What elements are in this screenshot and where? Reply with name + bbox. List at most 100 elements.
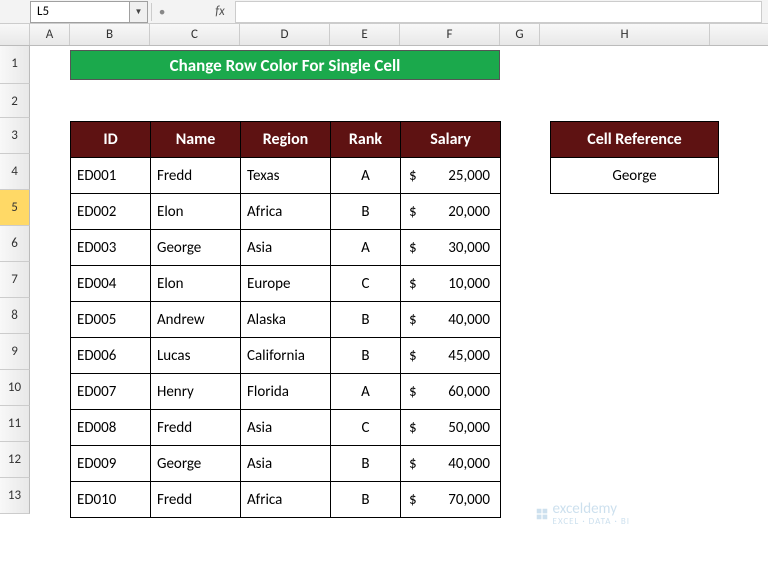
col-header-f[interactable]: F	[400, 24, 500, 45]
formula-bar-row: L5 ▼ ● fx	[0, 0, 768, 24]
row-header-13[interactable]: 13	[0, 478, 30, 514]
watermark-tag: EXCEL · DATA · BI	[553, 517, 630, 526]
th-salary[interactable]: Salary	[401, 122, 501, 158]
cell-rank[interactable]: C	[331, 410, 401, 446]
cell-rank[interactable]: B	[331, 302, 401, 338]
name-box[interactable]: L5	[30, 1, 130, 23]
cell-name[interactable]: Elon	[151, 194, 241, 230]
cell-id[interactable]: ED001	[71, 158, 151, 194]
cell-region[interactable]: Florida	[241, 374, 331, 410]
cell-salary[interactable]: $10,000	[401, 266, 501, 302]
row-header-6[interactable]: 6	[0, 226, 30, 262]
cell-rank[interactable]: A	[331, 158, 401, 194]
cell-rank[interactable]: B	[331, 446, 401, 482]
cell-region[interactable]: Asia	[241, 446, 331, 482]
cell-rank[interactable]: B	[331, 338, 401, 374]
data-table: ID Name Region Rank Salary ED001FreddTex…	[70, 121, 501, 518]
cell-id[interactable]: ED002	[71, 194, 151, 230]
cell-salary[interactable]: $20,000	[401, 194, 501, 230]
ref-header[interactable]: Cell Reference	[551, 122, 719, 158]
row-header-4[interactable]: 4	[0, 154, 30, 190]
cell-name[interactable]: Lucas	[151, 338, 241, 374]
cell-name[interactable]: Fredd	[151, 158, 241, 194]
separator	[151, 3, 152, 21]
cell-id[interactable]: ED006	[71, 338, 151, 374]
cell-rank[interactable]: B	[331, 482, 401, 518]
cell-region[interactable]: Africa	[241, 482, 331, 518]
table-row: ED009GeorgeAsiaB$40,000	[71, 446, 501, 482]
cell-salary[interactable]: $45,000	[401, 338, 501, 374]
cell-id[interactable]: ED009	[71, 446, 151, 482]
cell-rank[interactable]: C	[331, 266, 401, 302]
cell-region[interactable]: Africa	[241, 194, 331, 230]
cell-rank[interactable]: A	[331, 374, 401, 410]
row-header-1[interactable]: 1	[0, 46, 30, 84]
cell-salary[interactable]: $40,000	[401, 302, 501, 338]
row-header-5[interactable]: 5	[0, 190, 30, 226]
ref-value[interactable]: George	[551, 158, 719, 194]
formula-bar[interactable]	[235, 1, 762, 23]
cell-region[interactable]: Asia	[241, 410, 331, 446]
title-text: Change Row Color For Single Cell	[170, 55, 401, 76]
cell-name[interactable]: Andrew	[151, 302, 241, 338]
insert-function-button[interactable]: fx	[209, 1, 231, 23]
th-id[interactable]: ID	[71, 122, 151, 158]
row-header-9[interactable]: 9	[0, 334, 30, 370]
cell-salary[interactable]: $60,000	[401, 374, 501, 410]
col-header-c[interactable]: C	[150, 24, 240, 45]
col-header-d[interactable]: D	[240, 24, 330, 45]
col-header-e[interactable]: E	[330, 24, 400, 45]
cell-region[interactable]: California	[241, 338, 331, 374]
table-row: ED004ElonEuropeC$10,000	[71, 266, 501, 302]
cell-rank[interactable]: A	[331, 230, 401, 266]
watermark: exceldemy EXCEL · DATA · BI	[535, 502, 630, 526]
cell-rank[interactable]: B	[331, 194, 401, 230]
cell-name[interactable]: George	[151, 446, 241, 482]
th-rank[interactable]: Rank	[331, 122, 401, 158]
watermark-brand: exceldemy	[553, 502, 630, 517]
cell-name[interactable]: Henry	[151, 374, 241, 410]
cell-id[interactable]: ED007	[71, 374, 151, 410]
cell-id[interactable]: ED010	[71, 482, 151, 518]
row-header-7[interactable]: 7	[0, 262, 30, 298]
cell-id[interactable]: ED004	[71, 266, 151, 302]
th-region[interactable]: Region	[241, 122, 331, 158]
cell-salary[interactable]: $70,000	[401, 482, 501, 518]
cell-salary[interactable]: $25,000	[401, 158, 501, 194]
col-header-h[interactable]: H	[540, 24, 710, 45]
cell-id[interactable]: ED003	[71, 230, 151, 266]
cell-region[interactable]: Texas	[241, 158, 331, 194]
cell-salary[interactable]: $40,000	[401, 446, 501, 482]
row-header-2[interactable]: 2	[0, 84, 30, 118]
column-headers: A B C D E F G H	[0, 24, 768, 46]
row-header-12[interactable]: 12	[0, 442, 30, 478]
table-row: ED010FreddAfricaB$70,000	[71, 482, 501, 518]
row-header-11[interactable]: 11	[0, 406, 30, 442]
cell-region[interactable]: Alaska	[241, 302, 331, 338]
cell-id[interactable]: ED008	[71, 410, 151, 446]
cell-name[interactable]: Fredd	[151, 410, 241, 446]
col-header-b[interactable]: B	[70, 24, 150, 45]
table-row: ED005AndrewAlaskaB$40,000	[71, 302, 501, 338]
table-header-row: ID Name Region Rank Salary	[71, 122, 501, 158]
col-header-g[interactable]: G	[500, 24, 540, 45]
cell-salary[interactable]: $30,000	[401, 230, 501, 266]
row-header-10[interactable]: 10	[0, 370, 30, 406]
name-box-dropdown[interactable]: ▼	[130, 1, 148, 23]
cell-salary[interactable]: $50,000	[401, 410, 501, 446]
cells-area[interactable]: Change Row Color For Single Cell ID Name…	[30, 46, 730, 566]
cell-region[interactable]: Europe	[241, 266, 331, 302]
th-name[interactable]: Name	[151, 122, 241, 158]
cell-name[interactable]: Fredd	[151, 482, 241, 518]
grid: A B C D E F G H 12345678910111213 Change…	[0, 24, 768, 46]
fx-icon: fx	[215, 4, 225, 19]
select-all-corner[interactable]	[0, 24, 30, 45]
row-header-8[interactable]: 8	[0, 298, 30, 334]
cell-name[interactable]: Elon	[151, 266, 241, 302]
cell-id[interactable]: ED005	[71, 302, 151, 338]
cell-name[interactable]: George	[151, 230, 241, 266]
row-header-3[interactable]: 3	[0, 118, 30, 154]
col-header-a[interactable]: A	[30, 24, 70, 45]
cell-region[interactable]: Asia	[241, 230, 331, 266]
table-row: ED002ElonAfricaB$20,000	[71, 194, 501, 230]
